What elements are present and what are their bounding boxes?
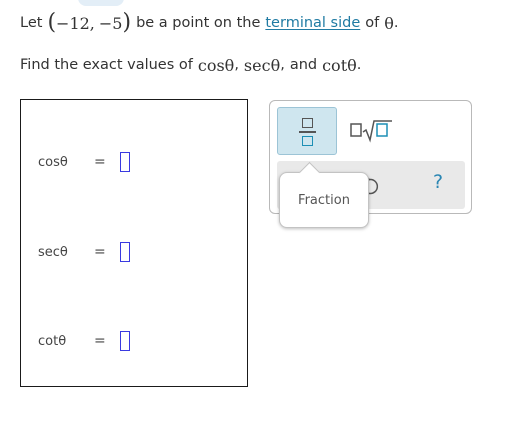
equals-sign: = xyxy=(94,244,106,260)
function-cos: cosθ xyxy=(197,55,235,75)
mid-text: be a point on the xyxy=(136,15,261,31)
cot-answer-input[interactable] xyxy=(120,331,130,351)
help-button[interactable]: ? xyxy=(425,171,451,199)
and-text: and xyxy=(289,57,318,73)
period: . xyxy=(356,57,362,73)
fraction-tooltip: Fraction xyxy=(279,172,369,228)
answer-row-sec: secθ = xyxy=(21,239,247,265)
sec-answer-input[interactable] xyxy=(120,242,130,262)
cos-answer-input[interactable] xyxy=(120,152,130,172)
tooltip-label: Fraction xyxy=(298,192,350,208)
top-tab-decoration xyxy=(78,0,124,6)
point-y: −5 xyxy=(98,13,123,33)
answer-label: cosθ xyxy=(38,154,68,170)
function-sec: secθ xyxy=(243,55,281,75)
question-line-1: Let ( −12 , −5 ) be a point on the termi… xyxy=(20,10,399,36)
let-text: Let xyxy=(20,15,43,31)
fraction-button[interactable] xyxy=(277,107,337,155)
answer-row-cot: cotθ = xyxy=(21,328,247,354)
answer-label: cotθ xyxy=(38,333,67,349)
square-root-button[interactable] xyxy=(348,115,396,145)
point-x: −12 xyxy=(56,13,90,33)
answer-row-cos: cosθ = xyxy=(21,149,247,175)
square-root-icon xyxy=(350,120,392,143)
terminal-side-link[interactable]: terminal side xyxy=(265,15,360,31)
answer-label: secθ xyxy=(38,244,68,260)
open-paren: ( xyxy=(47,10,57,35)
fraction-icon xyxy=(299,118,316,148)
comma: , xyxy=(234,57,239,73)
equals-sign: = xyxy=(94,154,106,170)
of-text: of xyxy=(365,15,380,31)
point-separator: , xyxy=(89,13,95,33)
equals-sign: = xyxy=(94,333,106,349)
function-cot: cotθ xyxy=(322,55,357,75)
question-line-2: Find the exact values of cosθ , secθ , a… xyxy=(20,54,361,76)
period: . xyxy=(393,15,399,31)
theta-symbol: θ xyxy=(384,13,394,33)
comma: , xyxy=(280,57,285,73)
close-paren: ) xyxy=(122,10,132,35)
answer-box: cosθ = secθ = cotθ = xyxy=(20,99,248,387)
instruction-text: Find the exact values of xyxy=(20,57,193,73)
